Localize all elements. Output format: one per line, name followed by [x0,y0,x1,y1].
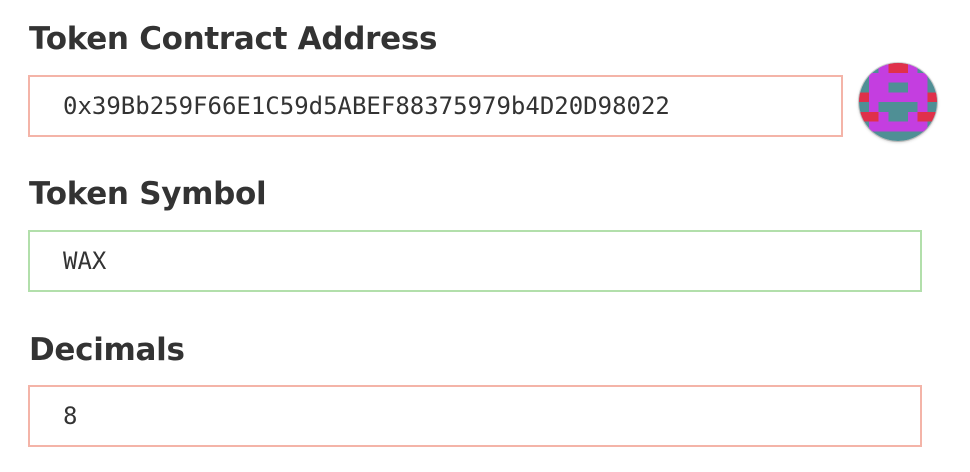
token-address-label: Token Contract Address [29,21,438,57]
token-decimals-input[interactable]: 8 [28,385,922,447]
token-address-value: 0x39Bb259F66E1C59d5ABEF88375979b4D20D980… [63,92,670,120]
token-identicon-icon [859,63,937,141]
token-symbol-input[interactable]: WAX [28,230,922,292]
token-symbol-label: Token Symbol [29,176,267,212]
token-decimals-value: 8 [63,402,78,430]
token-address-input[interactable]: 0x39Bb259F66E1C59d5ABEF88375979b4D20D980… [28,75,843,137]
token-decimals-label: Decimals [29,332,185,368]
token-symbol-value: WAX [63,247,107,275]
